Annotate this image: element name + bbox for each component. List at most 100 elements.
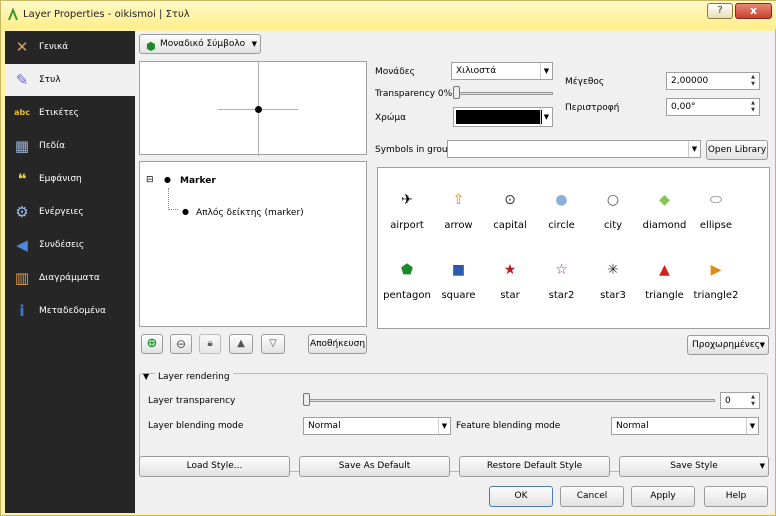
chevron-down-icon: ▼ — [759, 341, 765, 349]
feature-blending-select[interactable]: Normal ▼ — [611, 417, 759, 435]
symbol-item-star3[interactable]: ✳ star3 — [587, 250, 639, 310]
rotation-spinner-icon[interactable]: ▲ ▼ — [748, 100, 758, 114]
chevron-down-icon: ▼ — [746, 418, 758, 434]
layer-blending-label: Layer blending mode — [148, 421, 244, 431]
layer-rendering-title: Layer rendering — [155, 372, 233, 382]
cancel-button[interactable]: Cancel — [560, 486, 624, 507]
arrow-down-icon: ▽ — [269, 338, 277, 349]
color-button[interactable]: ▼ — [453, 107, 553, 127]
qgis-app-icon — [8, 8, 18, 21]
symbol-name: star — [500, 290, 520, 301]
symbol-item-triangle2[interactable]: ▶ triangle2 — [690, 250, 742, 310]
preview-marker-dot — [255, 106, 262, 113]
window-title: Layer Properties - oikismoi | Στυλ — [23, 9, 190, 20]
symbol-gallery: ✈ airport ⇧ arrow ⊙ capital ● circle ○ city ◆ diamo… — [377, 167, 770, 329]
tree-child-simple-marker[interactable]: Απλός δείκτης (marker) — [196, 208, 304, 218]
sidebar-item-6[interactable]: ◀ Συνδέσεις — [5, 229, 135, 261]
marker-dot-icon: ● — [182, 207, 189, 216]
add-layer-button[interactable]: ⊕ — [141, 334, 163, 354]
feature-blending-value: Normal — [616, 421, 649, 431]
sidebar-item-2[interactable]: abc Ετικέτες — [5, 97, 135, 129]
restore-default-style-button[interactable]: Restore Default Style — [459, 456, 610, 477]
symbol-item-star2[interactable]: ☆ star2 — [536, 250, 588, 310]
color-swatch — [456, 110, 542, 124]
symbol-item-star[interactable]: ★ star — [484, 250, 536, 310]
symbol-item-ellipse[interactable]: ⬭ ellipse — [690, 180, 742, 240]
remove-layer-button[interactable]: ⊖ — [170, 334, 192, 354]
sidebar-item-1[interactable]: ✎ Στυλ — [5, 64, 135, 96]
pentagon-icon: ⬟ — [400, 262, 414, 278]
arrow-up-icon: ▲ — [237, 338, 245, 349]
sidebar-item-label: Συνδέσεις — [39, 240, 85, 250]
layer-transparency-handle[interactable] — [303, 393, 310, 406]
symbol-item-square[interactable]: ■ square — [433, 250, 485, 310]
advanced-button[interactable]: Προχωρημένες ▼ — [687, 335, 769, 355]
capital-icon: ⊙ — [504, 192, 516, 208]
save-symbol-button[interactable]: Αποθήκευση — [308, 334, 367, 354]
symbol-item-triangle[interactable]: ▲ triangle — [639, 250, 691, 310]
marker-dot-icon: ● — [164, 175, 171, 184]
renderer-select[interactable]: ⬢ Μοναδικό Σύμβολο ▼ — [139, 34, 261, 54]
rotation-value: 0,00° — [671, 102, 696, 112]
transparency-slider-track[interactable] — [453, 92, 553, 95]
transparency-slider-handle[interactable] — [453, 86, 460, 99]
chevron-down-icon: ▼ — [688, 141, 700, 157]
diamond-icon: ◆ — [659, 192, 670, 208]
brush-icon: ✎ — [15, 71, 29, 89]
rotation-input[interactable]: 0,00° ▲ ▼ — [666, 98, 760, 116]
size-input[interactable]: 2,00000 ▲ ▼ — [666, 72, 760, 90]
sidebar-item-4[interactable]: ❝ Εμφάνιση — [5, 163, 135, 195]
symbol-name: ellipse — [699, 220, 733, 231]
layer-blending-select[interactable]: Normal ▼ — [303, 417, 451, 435]
chevron-down-icon: ▼ — [540, 108, 552, 126]
units-select[interactable]: Χιλιοστά ▼ — [451, 62, 553, 80]
ok-button[interactable]: OK — [489, 486, 553, 507]
symbol-item-capital[interactable]: ⊙ capital — [484, 180, 536, 240]
sidebar-item-0[interactable]: ✕ Γενικά — [5, 31, 135, 63]
sidebar-item-label: Διαγράμματα — [39, 273, 100, 283]
title-help-button[interactable]: ? — [707, 3, 733, 19]
sidebar-item-3[interactable]: ▦ Πεδία — [5, 130, 135, 162]
save-style-button[interactable]: Save Style ▼ — [619, 456, 769, 477]
minus-icon: ⊖ — [175, 337, 187, 351]
feature-blending-label: Feature blending mode — [456, 421, 561, 431]
sidebar-item-8[interactable]: i Μεταδεδομένα — [5, 295, 135, 327]
help-button[interactable]: Help — [704, 486, 768, 507]
sidebar-item-label: Μεταδεδομένα — [39, 306, 106, 316]
apply-button[interactable]: Apply — [631, 486, 695, 507]
triangle-icon: ▲ — [659, 262, 670, 278]
save-as-default-button[interactable]: Save As Default — [299, 456, 450, 477]
size-spinner-icon[interactable]: ▲ ▼ — [748, 74, 758, 88]
star2-icon: ☆ — [555, 262, 568, 278]
layer-transparency-track[interactable] — [303, 399, 715, 402]
size-label: Μέγεθος — [565, 77, 605, 87]
symbol-name: triangle — [645, 290, 684, 301]
units-label: Μονάδες — [375, 67, 415, 77]
symbol-item-airport[interactable]: ✈ airport — [381, 180, 433, 240]
tree-root-marker[interactable]: Marker — [180, 176, 216, 186]
symbols-group-select[interactable]: ▼ — [447, 140, 701, 158]
symbol-item-circle[interactable]: ● circle — [536, 180, 588, 240]
lock-layer-button[interactable]: 🔒︎ — [199, 334, 221, 354]
lock-icon: 🔒︎ — [207, 338, 213, 349]
symbol-item-pentagon[interactable]: ⬟ pentagon — [381, 250, 433, 310]
chart-icon: ▥ — [14, 269, 30, 287]
collapse-triangle-icon[interactable]: ▼ — [143, 372, 149, 381]
move-down-button[interactable]: ▽ — [261, 334, 285, 354]
open-library-button[interactable]: Open Library — [706, 140, 768, 160]
symbol-item-diamond[interactable]: ◆ diamond — [639, 180, 691, 240]
layer-transparency-input[interactable]: 0 ▲ ▼ — [720, 392, 760, 409]
move-up-button[interactable]: ▲ — [229, 334, 253, 354]
style-panel: ⬢ Μοναδικό Σύμβολο ▼ ⊟ ● Marker ● Απλός … — [135, 31, 775, 513]
sidebar-item-5[interactable]: ⚙ Ενέργειες — [5, 196, 135, 228]
collapse-icon[interactable]: ⊟ — [146, 175, 154, 185]
arrow-icon: ⇧ — [452, 192, 465, 208]
sidebar-item-7[interactable]: ▥ Διαγράμματα — [5, 262, 135, 294]
join-icon: ◀ — [16, 236, 28, 254]
close-button[interactable]: x — [735, 3, 772, 19]
layer-transparency-spinner-icon[interactable]: ▲ ▼ — [748, 394, 758, 407]
symbol-item-city[interactable]: ○ city — [587, 180, 639, 240]
symbol-item-arrow[interactable]: ⇧ arrow — [433, 180, 485, 240]
load-style-button[interactable]: Load Style... — [139, 456, 290, 477]
layer-blending-value: Normal — [308, 421, 341, 431]
